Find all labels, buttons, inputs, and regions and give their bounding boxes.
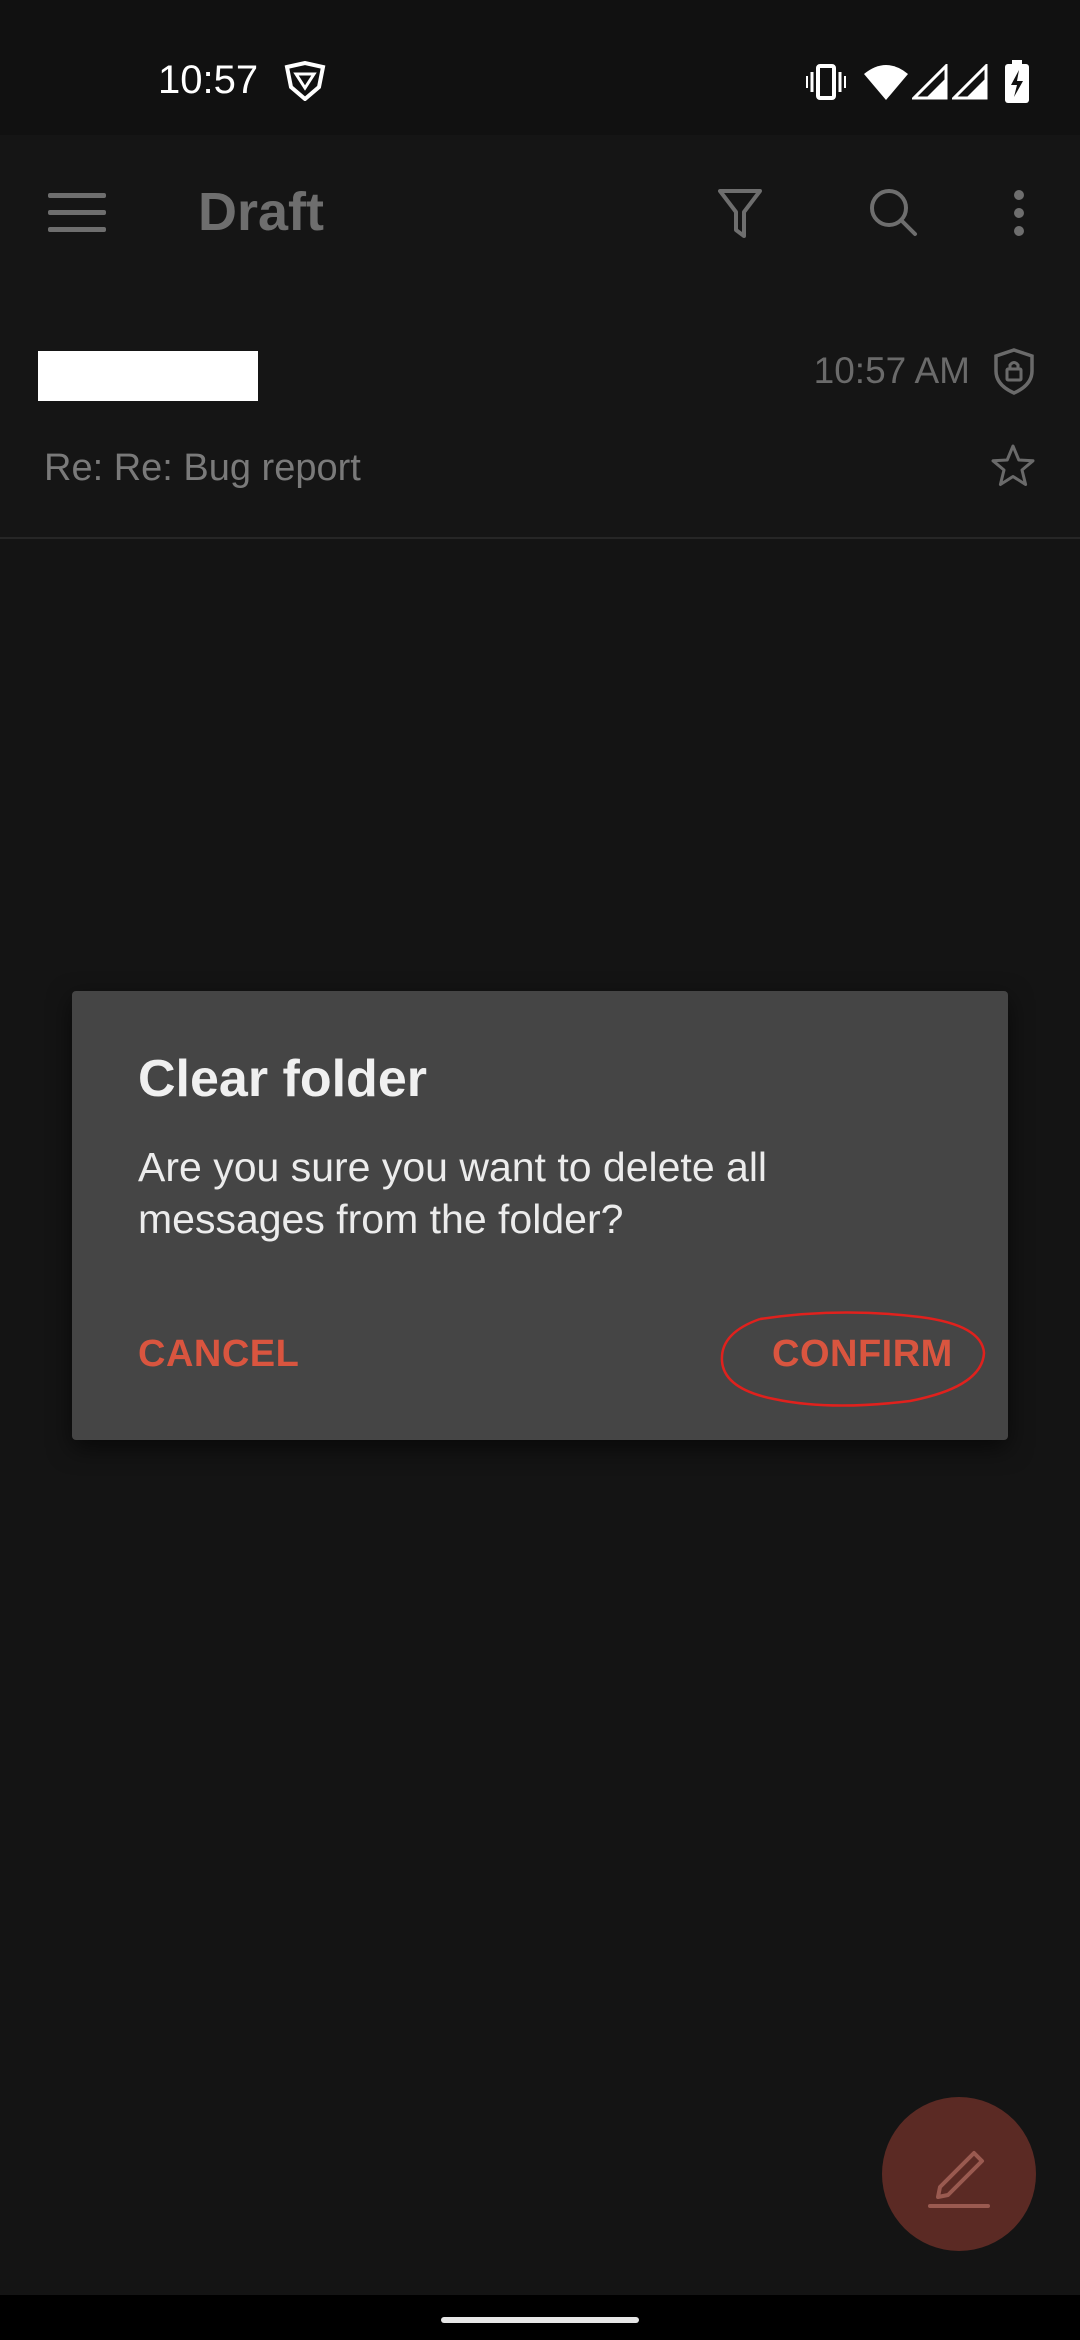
dialog-title: Clear folder bbox=[138, 1050, 427, 1108]
message-time: 10:57 AM bbox=[813, 350, 970, 391]
screen: 10:57 Draft 10:57 AM Re: Re: Bug report … bbox=[0, 0, 1080, 2340]
clear-folder-dialog: Clear folder Are you sure you want to de… bbox=[72, 991, 1008, 1440]
dialog-message: Are you sure you want to delete all mess… bbox=[138, 1144, 768, 1242]
vibrate-icon bbox=[806, 64, 846, 105]
signal-icon bbox=[910, 62, 948, 105]
wifi-icon bbox=[864, 64, 908, 105]
status-time: 10:57 bbox=[158, 58, 259, 102]
app-bar: Draft bbox=[0, 135, 1080, 287]
shield-vpn-icon bbox=[283, 60, 327, 106]
list-item[interactable]: 10:57 AM Re: Re: Bug report bbox=[0, 287, 1080, 539]
battery-charging-icon bbox=[1004, 60, 1030, 109]
status-bar: 10:57 bbox=[0, 0, 1080, 135]
filter-icon[interactable] bbox=[718, 188, 762, 245]
more-vert-icon[interactable] bbox=[1012, 189, 1026, 242]
confirm-button[interactable]: CONFIRM bbox=[772, 1331, 953, 1377]
encrypted-shield-icon bbox=[992, 347, 1036, 400]
message-subject: Re: Re: Bug report bbox=[44, 447, 361, 489]
compose-button[interactable] bbox=[882, 2097, 1036, 2251]
compose-pencil-icon bbox=[928, 2151, 990, 2208]
star-icon[interactable] bbox=[990, 443, 1036, 494]
sender-name-redacted bbox=[38, 351, 258, 401]
menu-icon[interactable] bbox=[48, 191, 106, 240]
navigation-bar bbox=[0, 2295, 1080, 2340]
page-title: Draft bbox=[198, 182, 325, 242]
home-gesture-handle[interactable] bbox=[441, 2317, 639, 2323]
signal-icon bbox=[950, 62, 988, 105]
search-icon[interactable] bbox=[868, 187, 918, 242]
cancel-button[interactable]: CANCEL bbox=[138, 1331, 299, 1377]
